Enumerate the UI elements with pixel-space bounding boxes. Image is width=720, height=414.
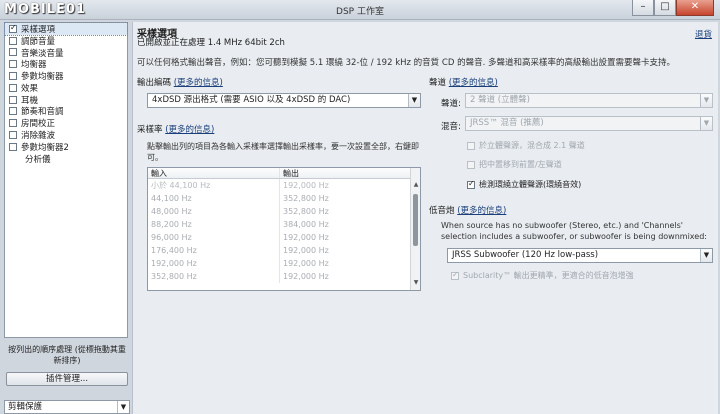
table-row[interactable]: 48,000 Hz 352,800 Hz (148, 205, 420, 218)
table-row[interactable]: 352,800 Hz 192,000 Hz (148, 270, 420, 283)
subwoofer-value: JRSS Subwoofer (120 Hz low-pass) (452, 250, 599, 260)
output-format-more-link[interactable]: (更多的信息) (174, 78, 223, 88)
output-format-select[interactable]: 4xDSD 源出格式 (需要 ASIO 以及 4xDSD 的 DAC) ▼ (147, 93, 421, 108)
table-scrollbar[interactable]: ▲ ▼ (410, 168, 420, 290)
subclarity-checkbox: Subclarity™ 輸出更精準，更適合的低音泡增強 (451, 270, 634, 281)
sidebar-item-volume[interactable]: 調節音量 (5, 35, 127, 47)
checkbox[interactable] (9, 131, 17, 140)
sidebar-item-label: 音樂淡音量 (21, 48, 64, 59)
channels-label: 聲道 (更多的信息) (429, 78, 498, 88)
table-row[interactable]: 88,200 Hz 384,000 Hz (148, 218, 420, 231)
mix-field-label: 混音: (441, 122, 461, 132)
sidebar-item-label: 耳機 (21, 95, 39, 106)
table-row[interactable]: 小於 44,100 Hz 192,000 Hz (148, 179, 420, 192)
plugin-manager-button[interactable]: 插件管理... (6, 372, 128, 386)
sample-rate-table[interactable]: 輸入 輸出 小於 44,100 Hz 192,000 Hz 44,100 Hz … (147, 167, 421, 291)
detect-surround-checkbox[interactable]: 檢測環繞立體聲源(環繞音效) (467, 179, 581, 190)
channels-more-link[interactable]: (更多的信息) (449, 78, 498, 88)
sidebar-item-label: 分析儀 (25, 154, 51, 165)
column-header-input[interactable]: 輸入 (148, 168, 280, 178)
sidebar-item-label: 參數均衡器2 (21, 142, 69, 153)
scrollbar-thumb[interactable] (413, 194, 418, 246)
table-row[interactable]: 176,400 Hz 192,000 Hz (148, 244, 420, 257)
clip-protection-value: 剪輯保護 (8, 402, 43, 412)
sample-rate-description: 點擊輸出列的項目為各輸入采樣率選擇輸出采樣率，要一次設置全部，右鍵即可。 (147, 142, 419, 162)
checkbox (467, 160, 475, 169)
sample-rate-more-link[interactable]: (更多的信息) (165, 125, 214, 135)
sidebar-item-label: 調節音量 (21, 36, 56, 47)
sidebar-item-label: 均衡器 (21, 60, 47, 71)
checkbox[interactable] (9, 95, 17, 104)
channels-value: 2 聲道 (立體聲) (470, 95, 530, 105)
chevron-down-icon: ▼ (700, 117, 712, 130)
main-panel: 采樣選項 已開啟並正在處理 1.4 MHz 64bit 2ch 退貨 可以任何格… (132, 22, 718, 414)
mix-to-21-checkbox: 於立體聲源，混合成 2.1 聲道 (467, 140, 585, 151)
checkbox[interactable] (9, 60, 17, 69)
sidebar-item-label: 房間校正 (21, 119, 56, 130)
clip-protection-select[interactable]: 剪輯保護 ▼ (4, 400, 130, 414)
checkbox[interactable] (9, 107, 17, 116)
chevron-down-icon[interactable]: ▼ (408, 94, 420, 107)
table-header: 輸入 輸出 (148, 168, 420, 179)
center-to-front-checkbox: 把中置移到前置/左聲道 (467, 159, 562, 170)
order-note: 按列出的順序處理 (從標拖動其重新排序) (8, 345, 126, 365)
sidebar-item-sample-options[interactable]: 采樣選項 (4, 22, 128, 36)
output-format-value: 4xDSD 源出格式 (需要 ASIO 以及 4xDSD 的 DAC) (152, 95, 351, 105)
checkbox[interactable] (9, 142, 17, 151)
scroll-up-icon[interactable]: ▲ (411, 180, 420, 190)
window-title: DSP 工作室 (336, 7, 384, 17)
sidebar-item-effects[interactable]: 效果 (5, 82, 127, 94)
channels-select: 2 聲道 (立體聲) ▼ (465, 93, 713, 108)
maximize-button[interactable]: □ (654, 0, 676, 16)
checkbox[interactable] (9, 23, 17, 33)
sidebar-item-label: 節奏和音調 (21, 107, 64, 118)
sidebar-item-label: 效果 (21, 83, 39, 94)
sidebar-item-headphones[interactable]: 耳機 (5, 94, 127, 106)
scroll-down-icon[interactable]: ▼ (411, 278, 420, 288)
title-bar: MOBILE01 DSP 工作室 – □ ✕ (0, 0, 720, 20)
sample-rate-label: 采樣率 (更多的信息) (137, 125, 215, 135)
subwoofer-select[interactable]: JRSS Subwoofer (120 Hz low-pass) ▼ (447, 248, 713, 263)
table-row[interactable]: 96,000 Hz 192,000 Hz (148, 231, 420, 244)
subwoofer-label: 低音炮 (更多的信息) (429, 206, 507, 216)
chevron-down-icon: ▼ (700, 94, 712, 107)
chevron-down-icon[interactable]: ▼ (700, 249, 712, 262)
mix-select: JRSS™ 混音 (推薦) ▼ (465, 116, 713, 131)
sidebar-item-analyzer[interactable]: 分析儀 (5, 153, 127, 165)
sidebar-item-room-correction[interactable]: 房間校正 (5, 117, 127, 129)
sidebar-item-label: 采樣選項 (21, 24, 56, 35)
table-row[interactable]: 44,100 Hz 352,800 Hz (148, 192, 420, 205)
sidebar-item-parametric-eq2[interactable]: 參數均衡器2 (5, 141, 127, 153)
close-button[interactable]: ✕ (676, 0, 714, 16)
description: 可以任何格式輸出聲音，例如：您可聽到模擬 5.1 環繞 32-位 / 192 k… (137, 58, 675, 68)
channels-field-label: 聲道: (441, 99, 461, 109)
output-format-label: 輸出編碼 (更多的信息) (137, 78, 223, 88)
checkbox[interactable] (9, 119, 17, 128)
checkbox (467, 141, 475, 150)
checkbox[interactable] (467, 179, 475, 189)
sidebar-item-fade-volume[interactable]: 音樂淡音量 (5, 47, 127, 59)
status-text: 已開啟並正在處理 1.4 MHz 64bit 2ch (137, 38, 285, 48)
checkbox[interactable] (9, 36, 17, 45)
table-row[interactable]: 192,000 Hz 192,000 Hz (148, 257, 420, 270)
checkbox (451, 270, 459, 280)
subwoofer-description: When source has no subwoofer (Stereo, et… (441, 221, 707, 241)
hide-link[interactable]: 退貨 (695, 28, 712, 40)
chevron-down-icon[interactable]: ▼ (117, 401, 129, 413)
sidebar-item-parametric-eq[interactable]: 參數均衡器 (5, 70, 127, 82)
checkbox[interactable] (9, 48, 17, 57)
sidebar-item-label: 參數均衡器 (21, 72, 64, 83)
minimize-button[interactable]: – (632, 0, 654, 16)
checkbox[interactable] (9, 72, 17, 81)
sidebar-item-equalizer[interactable]: 均衡器 (5, 58, 127, 70)
sidebar-item-noise-removal[interactable]: 消除雜波 (5, 129, 127, 141)
effects-list[interactable]: 采樣選項 調節音量 音樂淡音量 均衡器 參數均衡器 效果 耳機 節奏和音調 房間… (4, 22, 128, 338)
window-controls: – □ ✕ (632, 0, 714, 18)
checkbox[interactable] (9, 83, 17, 92)
subwoofer-more-link[interactable]: (更多的信息) (457, 206, 506, 216)
sidebar-item-tempo-pitch[interactable]: 節奏和音調 (5, 106, 127, 118)
column-header-output[interactable]: 輸出 (280, 168, 408, 178)
sidebar-item-label: 消除雜波 (21, 131, 56, 142)
mix-value: JRSS™ 混音 (推薦) (470, 118, 544, 128)
